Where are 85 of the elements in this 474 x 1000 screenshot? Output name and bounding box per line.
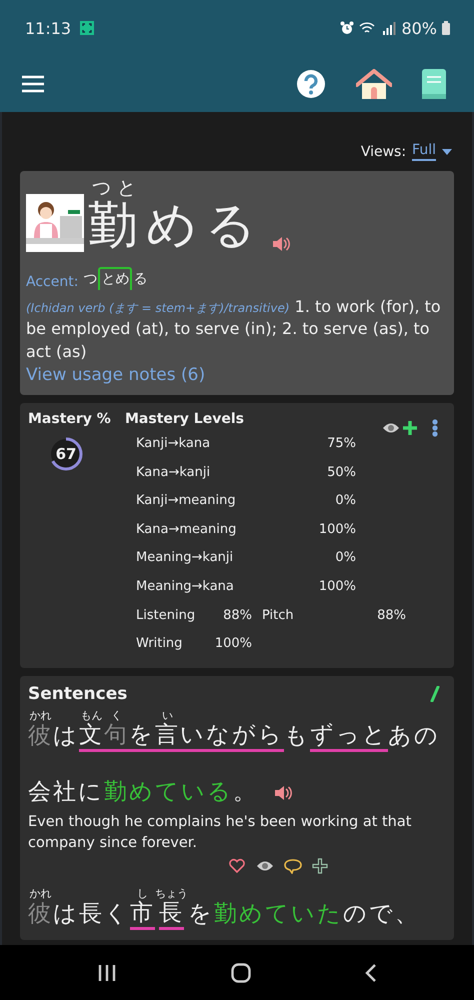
sentence-text: 長く	[79, 900, 130, 929]
sentence-text: あの	[388, 722, 440, 751]
speaker-icon[interactable]	[272, 237, 290, 251]
level-label: Meaning→kanji	[136, 550, 234, 566]
sentence-text: は	[53, 722, 79, 751]
recent-apps-icon[interactable]	[97, 964, 117, 982]
levels-title: Mastery Levels	[125, 411, 245, 428]
headword: める	[146, 198, 264, 253]
skill-value: 100%	[214, 636, 252, 652]
plus-icon[interactable]	[312, 858, 328, 874]
furigana: い	[162, 710, 173, 722]
eye-icon[interactable]	[382, 422, 400, 434]
level-value: 75%	[326, 436, 356, 451]
help-icon[interactable]	[296, 69, 326, 99]
eye-icon[interactable]	[256, 860, 274, 872]
battery-icon	[442, 21, 450, 35]
accent-mora: る	[132, 270, 148, 289]
sentence-text: も	[284, 722, 310, 751]
sentence-text: 市	[130, 900, 155, 930]
headword: 勤	[88, 198, 146, 253]
skill-label: Listening	[136, 608, 196, 623]
sentence-text: 文	[79, 722, 104, 752]
accent-label: Accent:	[26, 274, 78, 290]
menu-icon[interactable]	[21, 74, 45, 94]
sentence-text: ずっと	[310, 722, 388, 752]
mastery-title: Mastery %	[28, 411, 111, 428]
accent-mora: とめ	[98, 267, 132, 290]
level-label: Kanji→kana	[136, 436, 212, 451]
sentence-text: は	[53, 900, 79, 929]
level-label: Kana→kanji	[136, 464, 212, 480]
accent-mora: つ	[82, 270, 98, 289]
home-button-icon[interactable]	[231, 962, 251, 982]
views-label: Views:	[360, 144, 406, 160]
status-time: 11:13	[25, 18, 72, 38]
furigana: つと	[92, 179, 142, 198]
furigana: ちょう	[155, 888, 188, 900]
sentence-text: を	[188, 900, 214, 929]
back-icon[interactable]	[365, 962, 377, 982]
sentence-text: 言	[155, 722, 180, 752]
level-label: Kana→meaning	[136, 522, 238, 537]
sentence-text: 句	[104, 722, 129, 752]
level-value: 100%	[318, 522, 356, 537]
sentence-text: いながら	[180, 722, 284, 752]
more-icon[interactable]	[432, 419, 438, 438]
alarm-icon	[340, 21, 354, 35]
signal-icon	[382, 21, 396, 35]
views-dropdown[interactable]: Full	[412, 142, 436, 161]
plus-icon[interactable]	[402, 420, 418, 436]
furigana: もん	[80, 710, 102, 722]
level-value: 0%	[334, 493, 356, 508]
translation: Even though he complains he's been working at that company since forever.	[28, 812, 412, 853]
screen-record-icon	[80, 21, 94, 35]
speech-bubble-icon[interactable]	[284, 858, 302, 874]
sentence-text: ので、	[343, 900, 420, 929]
speaker-icon[interactable]	[274, 786, 292, 800]
furigana: かれ	[30, 710, 52, 722]
level-value: 100%	[318, 578, 356, 594]
sentence-text: 彼	[28, 900, 53, 929]
sentence-text: に	[78, 778, 104, 807]
level-label: Meaning→kana	[136, 578, 235, 594]
skill-label: Writing	[136, 636, 184, 652]
sentence-text: 彼	[28, 722, 53, 751]
furigana: く	[111, 710, 122, 722]
definition: (Ichidan verb (ます = stem+ます)/transitive) 1. to work (for), to be employed (at), to serve (in); 2. to serve (as), to act (as)	[26, 296, 442, 363]
skill-value: 88%	[222, 608, 252, 623]
level-value: 0%	[334, 550, 356, 566]
sentence-text: 。	[233, 778, 258, 807]
sentence-text: 勤めていた	[214, 900, 343, 929]
home-icon[interactable]	[356, 69, 392, 99]
heart-icon[interactable]	[228, 858, 246, 874]
furigana: かれ	[30, 888, 52, 900]
caret-icon[interactable]	[442, 148, 452, 154]
sentence-text: 会社	[28, 778, 78, 807]
level-value: 50%	[326, 464, 356, 480]
sentence-text: 勤めている	[104, 778, 233, 807]
pencil-icon[interactable]	[430, 686, 440, 702]
sentence-text: を	[129, 722, 155, 752]
sentences-title: Sentences	[28, 684, 128, 704]
mastery-value: 67	[54, 444, 78, 466]
level-label: Kanji→meaning	[136, 493, 237, 508]
skill-value: 88%	[376, 608, 406, 623]
sentence-text: 長	[159, 900, 184, 930]
furigana: し	[137, 888, 148, 900]
skill-label: Pitch	[262, 608, 295, 623]
battery-percent: 80%	[401, 18, 437, 38]
